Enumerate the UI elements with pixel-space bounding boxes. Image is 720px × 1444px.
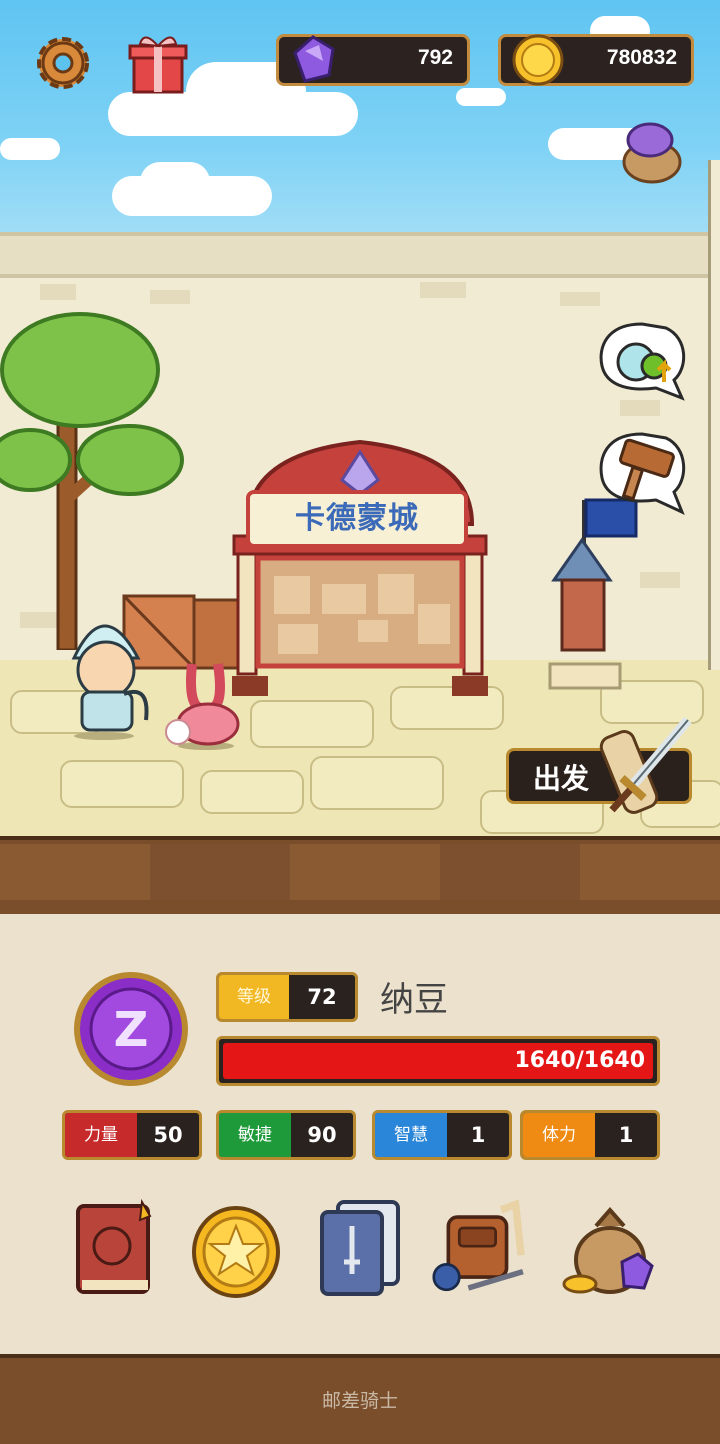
hero-book-icon[interactable] [66, 1196, 166, 1300]
stat-stamina-label: 体力 [523, 1113, 595, 1157]
footer-title: 邮差骑士 [321, 1390, 398, 1412]
player-name: 纳豆 [380, 980, 448, 1020]
notice-board [232, 439, 488, 696]
stat-agility-label: 敏捷 [219, 1113, 291, 1157]
hp-bar: 1640/1640 [216, 1036, 660, 1086]
sword-scroll-icon [599, 716, 692, 814]
town-name-sign: 卡德蒙城 [246, 490, 468, 548]
treasure-sack-icon[interactable] [560, 1196, 660, 1300]
purple-gem-icon [293, 35, 335, 83]
bunny-pet[interactable] [164, 654, 248, 750]
castle-tower [708, 160, 720, 670]
stat-wisdom[interactable]: 智慧 1 [372, 1110, 512, 1160]
hammer-icon[interactable] [596, 428, 690, 516]
gold-count: 780832 [606, 46, 677, 69]
potion-upgrade-icon[interactable] [596, 318, 690, 402]
stat-stamina[interactable]: 体力 1 [520, 1110, 660, 1160]
stat-stamina-value: 1 [618, 1123, 634, 1147]
stat-agility-value: 90 [307, 1123, 337, 1147]
stat-strength-value: 50 [153, 1123, 183, 1147]
knight-hero[interactable] [54, 604, 164, 740]
skill-cards-icon[interactable] [312, 1196, 412, 1300]
level-label: 等级 [219, 975, 289, 1019]
mailbox-tower [548, 498, 638, 690]
wall-ledge [0, 232, 720, 278]
gem-count: 792 [417, 46, 453, 69]
class-emblem-icon[interactable]: Z [72, 970, 190, 1088]
gold-coin-icon [512, 34, 564, 86]
star-coin-icon[interactable] [186, 1196, 286, 1300]
level-value: 72 [307, 985, 337, 1009]
stat-wisdom-value: 1 [470, 1123, 486, 1147]
equipment-bag-icon[interactable] [432, 1196, 532, 1300]
depart-label: 出发 [533, 762, 590, 795]
stat-strength-label: 力量 [65, 1113, 137, 1157]
gem-counter[interactable]: 792 [276, 34, 470, 86]
stat-wisdom-label: 智慧 [375, 1113, 447, 1157]
svg-text:Z: Z [114, 1002, 149, 1058]
level-badge: 等级 72 [216, 972, 358, 1022]
gear-icon[interactable] [30, 30, 96, 96]
gift-box-icon[interactable] [124, 28, 194, 98]
stat-strength[interactable]: 力量 50 [62, 1110, 202, 1160]
gold-counter[interactable]: 780832 [498, 34, 694, 86]
gem-sack-icon[interactable] [618, 118, 688, 184]
hp-text: 1640/1640 [514, 1048, 646, 1073]
stat-agility[interactable]: 敏捷 90 [216, 1110, 356, 1160]
